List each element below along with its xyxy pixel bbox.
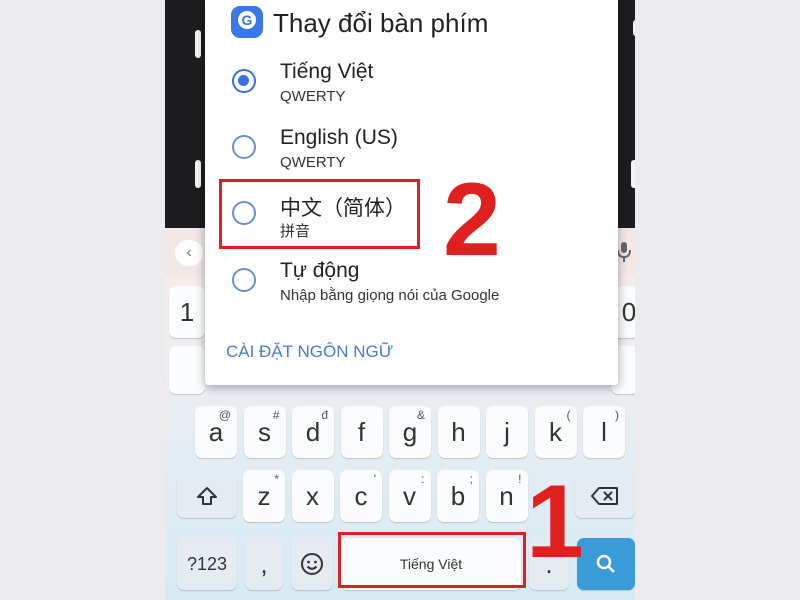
chevron-left-icon[interactable]: ‹: [175, 240, 203, 266]
key-c[interactable]: c ': [340, 470, 382, 522]
key-label: s: [258, 416, 271, 447]
key-label: d: [305, 416, 321, 447]
key-n[interactable]: n!: [485, 470, 528, 522]
microphone-icon[interactable]: [616, 240, 632, 264]
radio-unselected-icon[interactable]: [232, 135, 256, 159]
keyboard-option[interactable]: Tự động Nhập bằng giọng nói của Google: [205, 255, 618, 317]
key-label: x: [306, 480, 319, 511]
radio-unselected-icon[interactable]: [232, 268, 256, 292]
key-label: h: [451, 416, 466, 447]
key-l[interactable]: l): [583, 406, 625, 458]
key-h[interactable]: h: [437, 406, 480, 458]
background-element: [195, 30, 201, 58]
search-icon: [596, 554, 615, 573]
key-label: v: [403, 480, 416, 511]
key-secondary-label: #: [272, 408, 280, 422]
highlight-box-spacebar: [338, 532, 526, 588]
backspace-icon: [591, 487, 618, 505]
key-g[interactable]: g &: [389, 406, 431, 458]
option-sublabel: Nhập bằng giọng nói của Google: [280, 287, 500, 304]
emoji-icon: [301, 553, 323, 575]
key-label: z: [257, 480, 271, 511]
key-f[interactable]: f: [340, 406, 383, 458]
key-k[interactable]: k(: [534, 406, 577, 458]
key-label: n: [499, 480, 514, 511]
key-secondary-label: đ: [321, 408, 328, 422]
key-v[interactable]: v:: [388, 470, 431, 522]
key-partial[interactable]: [169, 346, 205, 394]
key-secondary-label: &: [416, 408, 425, 422]
key-z[interactable]: z *: [243, 470, 285, 522]
key-label: c: [354, 480, 368, 511]
key-j[interactable]: j: [486, 406, 528, 458]
key-secondary-label: ': [373, 472, 376, 486]
key-x[interactable]: x: [291, 470, 334, 522]
numbers-key[interactable]: ?123: [177, 538, 237, 590]
option-label: English (US): [280, 126, 398, 149]
radio-selected-icon[interactable]: [232, 69, 256, 93]
comma-key[interactable]: ,: [245, 538, 283, 590]
language-settings-link[interactable]: CÀI ĐẶT NGÔN NGỮ: [226, 342, 393, 362]
key-a[interactable]: a @: [195, 406, 237, 458]
key-label: k: [549, 416, 562, 447]
key-label: 1: [179, 296, 195, 327]
key-secondary-label: (: [566, 408, 571, 422]
background-element: [631, 160, 635, 188]
key-secondary-label: *: [274, 472, 279, 486]
key-d[interactable]: dđ: [292, 406, 334, 458]
dialog-title: Thay đổi bàn phím: [273, 8, 489, 38]
highlight-box-chinese-option: [219, 179, 420, 249]
background-element: [195, 160, 201, 188]
key-secondary-label: !: [518, 472, 522, 486]
option-sublabel: QWERTY: [280, 154, 346, 171]
key-label: j: [504, 416, 510, 447]
key-secondary-label: @: [218, 408, 231, 422]
keyboard-option[interactable]: English (US) QWERTY: [205, 122, 618, 184]
shift-icon: [197, 487, 217, 505]
background-element: [633, 20, 635, 36]
key-label: f: [357, 416, 366, 447]
key-label: l: [601, 416, 607, 447]
key-secondary-label: ): [615, 408, 619, 422]
shift-key[interactable]: [177, 474, 237, 518]
option-label: Tiếng Việt: [280, 60, 374, 83]
key-label: ,: [260, 548, 268, 579]
emoji-key[interactable]: [291, 538, 333, 590]
key-secondary-label: :: [421, 472, 425, 486]
key-s[interactable]: s #: [243, 406, 286, 458]
option-sublabel: QWERTY: [280, 88, 346, 105]
step-number-1: 1: [526, 464, 584, 580]
key-label: 0: [621, 296, 635, 327]
backspace-key[interactable]: [575, 474, 635, 518]
key-secondary-label: ;: [469, 472, 473, 486]
gboard-logo-icon: G: [231, 6, 263, 38]
key-b[interactable]: b;: [437, 470, 479, 522]
keyboard-option[interactable]: Tiếng Việt QWERTY: [205, 56, 618, 118]
step-number-2: 2: [443, 162, 501, 278]
option-label: Tự động: [280, 259, 360, 282]
key-number-partial[interactable]: 1: [169, 286, 205, 338]
search-key[interactable]: [577, 538, 635, 590]
key-label: g: [402, 416, 418, 447]
key-label: b: [450, 480, 466, 511]
key-label: ?123: [186, 553, 228, 574]
